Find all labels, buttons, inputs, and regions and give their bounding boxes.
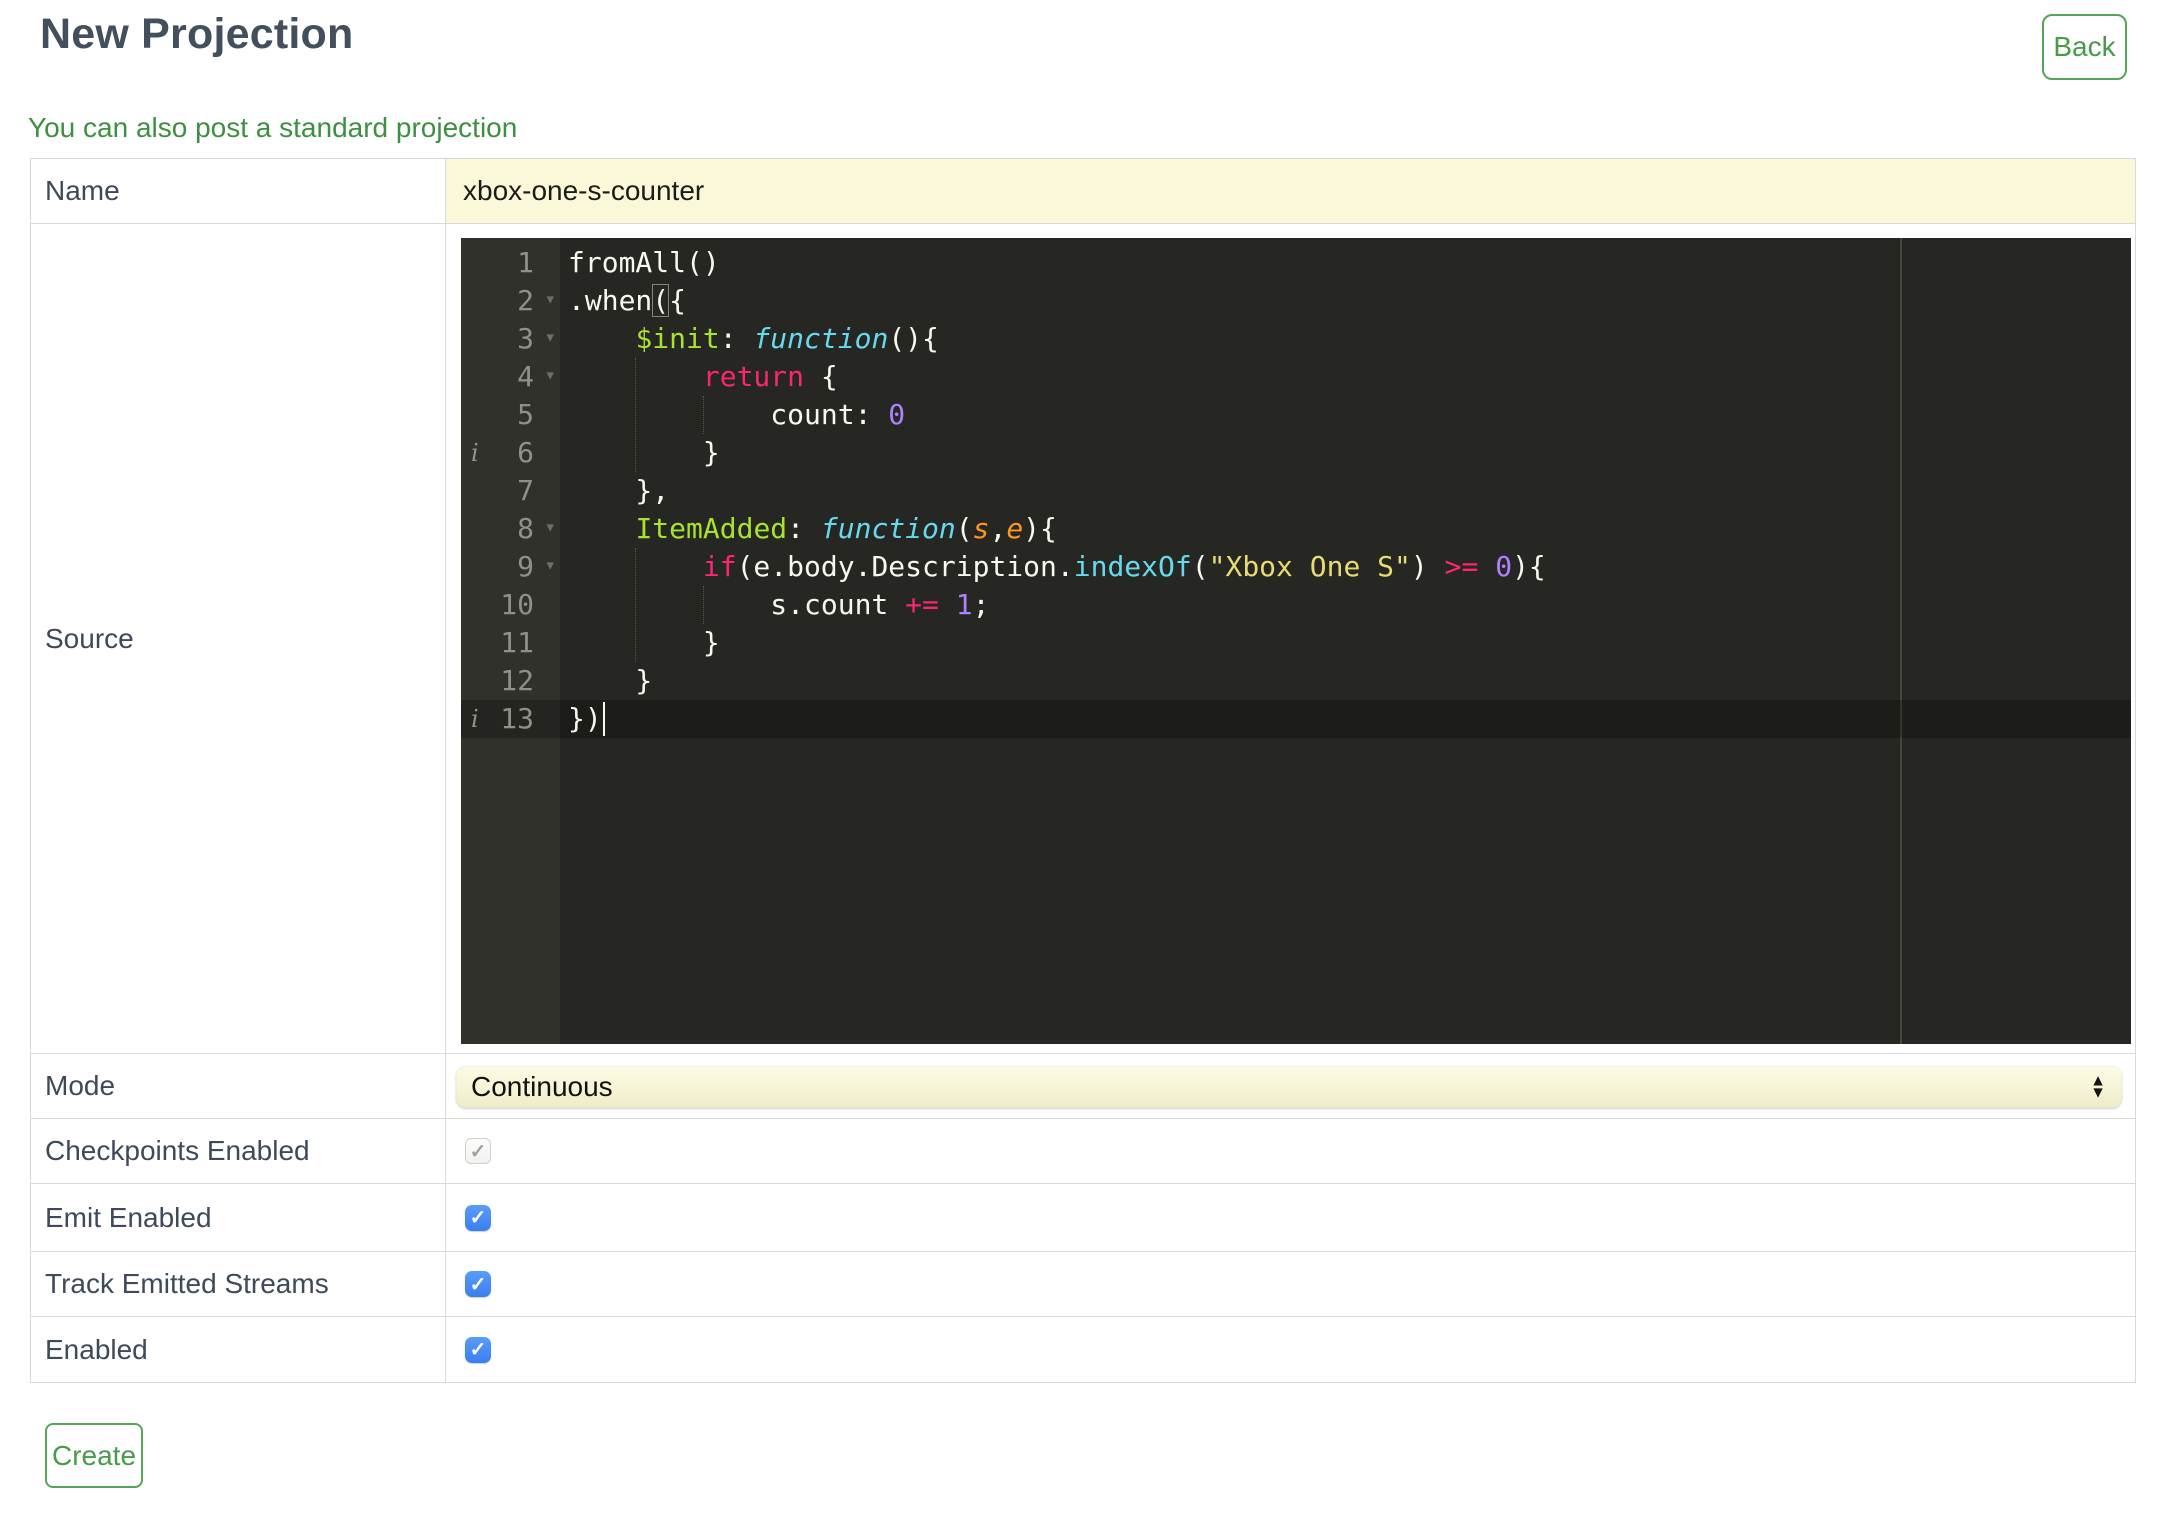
code-text: return { — [702, 360, 838, 393]
info-icon: i — [471, 705, 479, 733]
line-number: 6 — [517, 436, 534, 469]
fold-arrow-icon[interactable]: ▾ — [545, 546, 556, 584]
gutter-cell: 2 ▾ — [461, 282, 560, 320]
code-text: fromAll() — [568, 246, 720, 279]
gutter-cell: 7 — [461, 472, 560, 510]
emit-checkbox[interactable]: ✓ — [465, 1204, 491, 1231]
back-button[interactable]: Back — [2042, 14, 2127, 80]
line-number: 4 — [517, 360, 534, 393]
code-text: } — [568, 436, 720, 469]
code-line-1[interactable]: 1 fromAll() — [461, 244, 2131, 282]
select-arrows-icon: ▲ ▼ — [2090, 1072, 2106, 1101]
code-line-4[interactable]: 4 ▾ return { — [461, 358, 2131, 396]
code-line-3[interactable]: 3 ▾ $init: function(){ — [461, 320, 2131, 358]
line-number: 2 — [517, 284, 534, 317]
name-input[interactable]: xbox-one-s-counter — [446, 159, 2135, 223]
editor-lines: 1 fromAll() 2 ▾ .when({3 ▾ $init: function(){… — [461, 244, 2131, 738]
create-button[interactable]: Create — [45, 1423, 143, 1488]
gutter-cell: 12 — [461, 662, 560, 700]
checkpoints-row: Checkpoints Enabled ✓ — [31, 1119, 2135, 1184]
line-number: 13 — [500, 702, 534, 735]
code-text: }, — [568, 474, 670, 507]
fold-arrow-icon[interactable]: ▾ — [545, 318, 556, 356]
text-cursor — [603, 702, 605, 736]
projection-form: Name xbox-one-s-counter Source 1 fromAll(… — [30, 158, 2136, 1383]
emit-label: Emit Enabled — [31, 1184, 446, 1251]
standard-projection-link[interactable]: You can also post a standard projection — [28, 112, 517, 144]
fold-arrow-icon[interactable]: ▾ — [545, 280, 556, 318]
page-title: New Projection — [40, 10, 354, 58]
gutter-cell: 9 ▾ — [461, 548, 560, 586]
track-checkbox[interactable]: ✓ — [465, 1271, 491, 1297]
checkpoints-label: Checkpoints Enabled — [31, 1119, 446, 1183]
code-line-8[interactable]: 8 ▾ ItemAdded: function(s,e){ — [461, 510, 2131, 548]
gutter-cell: 1 — [461, 244, 560, 282]
name-label: Name — [31, 159, 446, 223]
source-row: Source 1 fromAll() 2 ▾ .when({3 ▾ $init: func… — [31, 224, 2135, 1054]
emit-row: Emit Enabled ✓ — [31, 1184, 2135, 1252]
line-number: 3 — [517, 322, 534, 355]
enabled-row: Enabled ✓ — [31, 1317, 2135, 1383]
code-text: if(e.body.Description.indexOf("Xbox One … — [702, 550, 1546, 583]
info-icon: i — [471, 439, 479, 467]
enabled-label: Enabled — [31, 1317, 446, 1382]
line-number: 9 — [517, 550, 534, 583]
code-line-2[interactable]: 2 ▾ .when({ — [461, 282, 2131, 320]
enabled-checkbox[interactable]: ✓ — [465, 1336, 491, 1363]
code-text: } — [568, 664, 653, 697]
code-text: s.count += 1; — [568, 588, 990, 621]
mode-select-value: Continuous — [471, 1071, 613, 1102]
fold-arrow-icon[interactable]: ▾ — [545, 508, 556, 546]
name-row: Name xbox-one-s-counter — [31, 159, 2135, 224]
gutter-cell: 10 — [461, 586, 560, 624]
track-row: Track Emitted Streams ✓ — [31, 1252, 2135, 1317]
code-line-11[interactable]: 11 } — [461, 624, 2131, 662]
mode-label: Mode — [31, 1054, 446, 1118]
code-line-5[interactable]: 5 count: 0 — [461, 396, 2131, 434]
track-label: Track Emitted Streams — [31, 1252, 446, 1316]
source-code-editor[interactable]: 1 fromAll() 2 ▾ .when({3 ▾ $init: function(){… — [461, 238, 2131, 1044]
line-number: 11 — [500, 626, 534, 659]
code-line-12[interactable]: 12 } — [461, 662, 2131, 700]
line-number: 5 — [517, 398, 534, 431]
code-text: .when({ — [568, 284, 687, 317]
code-text: }) — [568, 702, 602, 735]
checkpoints-checkbox: ✓ — [465, 1138, 491, 1164]
mode-row: Mode Continuous ▲ ▼ — [31, 1054, 2135, 1119]
gutter-cell: 3 ▾ — [461, 320, 560, 358]
source-label: Source — [31, 224, 446, 1053]
gutter-cell: 4 ▾ — [461, 358, 560, 396]
mode-select[interactable]: Continuous ▲ ▼ — [456, 1066, 2122, 1108]
gutter-cell: i6 — [461, 434, 560, 472]
code-line-7[interactable]: 7 }, — [461, 472, 2131, 510]
line-number: 12 — [500, 664, 534, 697]
code-text: $init: function(){ — [635, 322, 939, 355]
gutter-cell: 5 — [461, 396, 560, 434]
line-number: 1 — [517, 246, 534, 279]
gutter-cell: 8 ▾ — [461, 510, 560, 548]
gutter-cell: 11 — [461, 624, 560, 662]
gutter-cell: i 13 — [461, 700, 560, 738]
line-number: 10 — [500, 588, 534, 621]
line-number: 7 — [517, 474, 534, 507]
code-line-13[interactable]: i 13}) — [461, 700, 2131, 738]
code-text: } — [568, 626, 720, 659]
code-line-9[interactable]: 9 ▾ if(e.body.Description.indexOf("Xbox O… — [461, 548, 2131, 586]
code-text: ItemAdded: function(s,e){ — [635, 512, 1057, 545]
code-line-6[interactable]: i6 } — [461, 434, 2131, 472]
code-line-10[interactable]: 10 s.count += 1; — [461, 586, 2131, 624]
line-number: 8 — [517, 512, 534, 545]
fold-arrow-icon[interactable]: ▾ — [545, 356, 556, 394]
code-text: count: 0 — [568, 398, 906, 431]
